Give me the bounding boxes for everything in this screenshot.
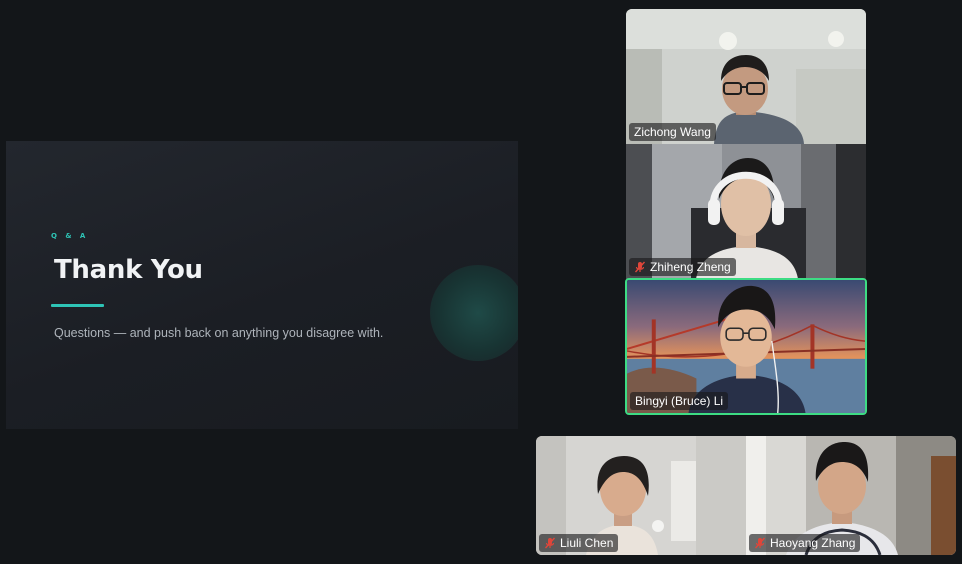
decorative-orb [430,265,518,361]
video-tile-haoyang-zhang[interactable]: Haoyang Zhang [746,436,956,555]
participant-name: Zhiheng Zheng [650,260,731,274]
participant-nameplate: Bingyi (Bruce) Li [630,392,729,410]
participant-name: Liuli Chen [560,536,614,550]
participant-nameplate: Liuli Chen [539,534,619,552]
participant-name: Zichong Wang [634,125,711,139]
slide-accent-rule [51,304,104,307]
video-tile-zhiheng-zheng[interactable]: Zhiheng Zheng [626,144,866,279]
slide-eyebrow: Q & A [51,232,89,240]
video-tile-zichong-wang[interactable]: Zichong Wang [626,9,866,144]
participant-name: Haoyang Zhang [770,536,856,550]
slide-subtitle: Questions — and push back on anything yo… [54,326,384,340]
participant-name: Bingyi (Bruce) Li [635,394,724,408]
participant-nameplate: Zhiheng Zheng [629,258,736,276]
slide-title: Thank You [54,255,203,285]
participant-nameplate: Haoyang Zhang [749,534,861,552]
participant-nameplate: Zichong Wang [629,123,716,141]
video-tile-bingyi-bruce-li[interactable]: Bingyi (Bruce) Li [625,278,867,415]
mic-muted-icon [634,261,646,273]
shared-screen-slide: Q & A Thank You Questions — and push bac… [6,141,518,429]
mic-muted-icon [544,537,556,549]
mic-muted-icon [754,537,766,549]
video-tile-liuli-chen[interactable]: Liuli Chen [536,436,746,555]
meeting-stage: Q & A Thank You Questions — and push bac… [0,0,962,564]
